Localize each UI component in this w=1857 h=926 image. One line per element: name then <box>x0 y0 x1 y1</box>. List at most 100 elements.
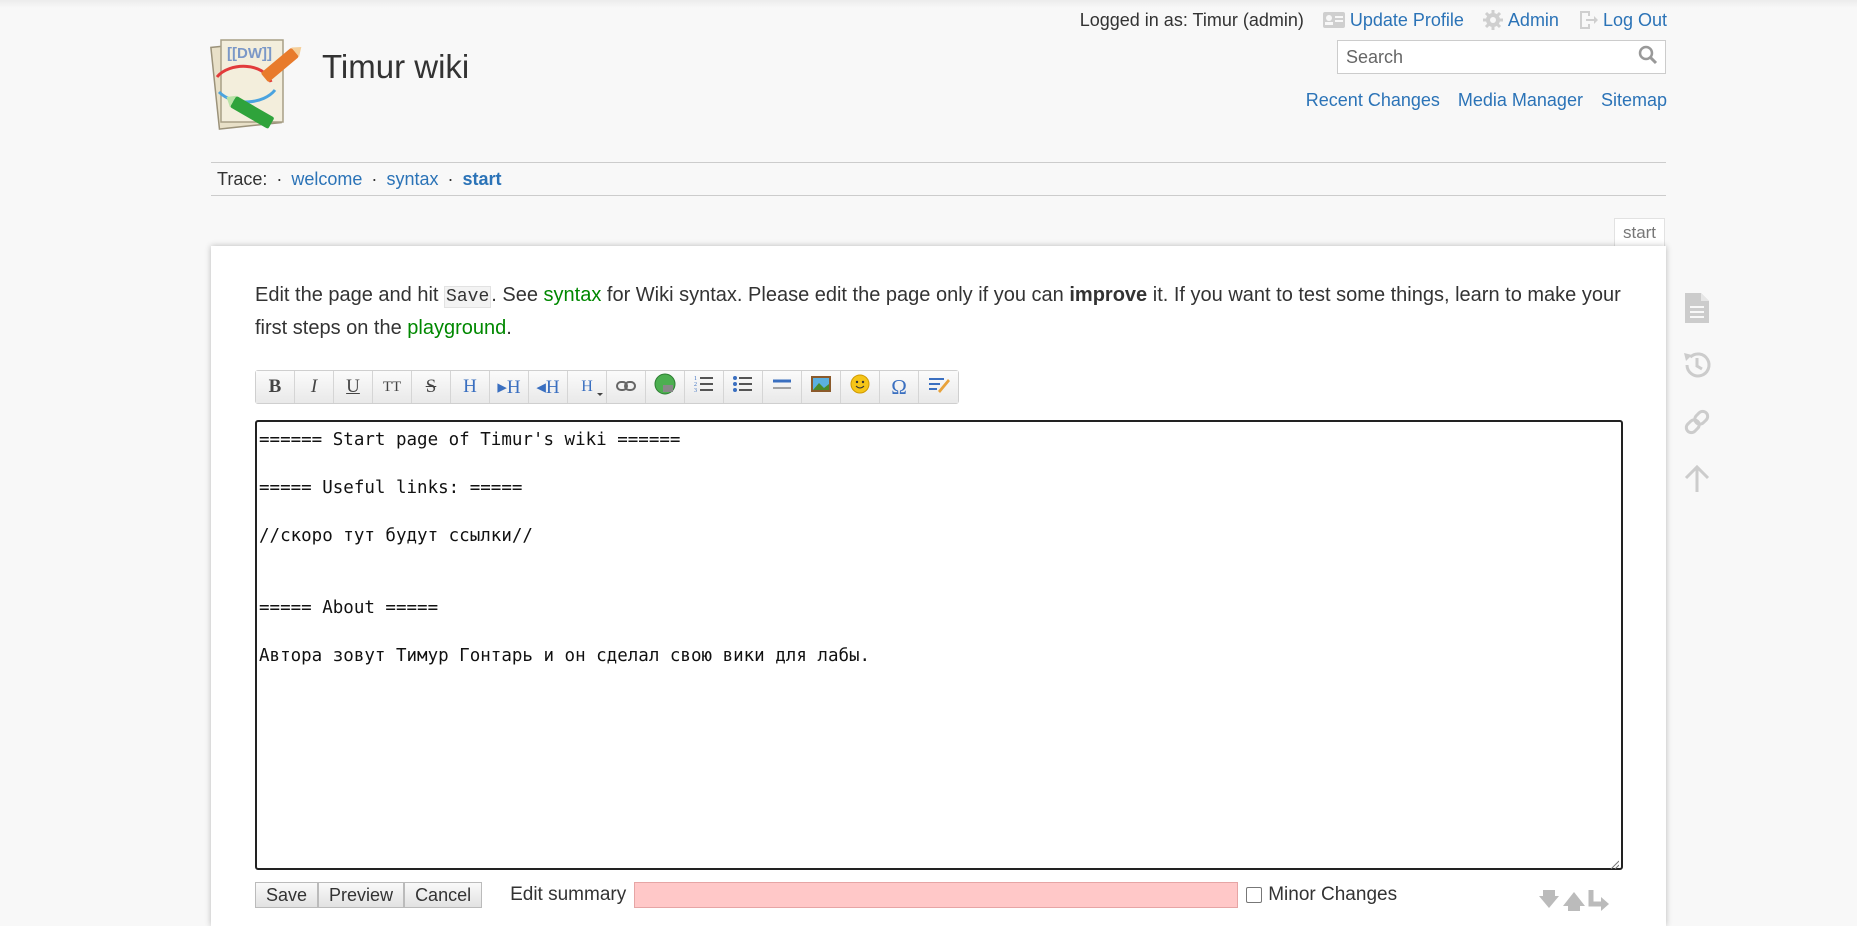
playground-link[interactable]: playground <box>407 317 506 339</box>
monospace-button[interactable]: TT <box>373 371 412 403</box>
external-link-button[interactable] <box>646 371 685 403</box>
monospace-icon: TT <box>382 378 402 395</box>
bold-icon: B <box>268 376 282 397</box>
unordered-list-icon <box>733 375 753 399</box>
recent-changes-link[interactable]: Recent Changes <box>1306 90 1440 111</box>
edit-actions: Save Preview Cancel Edit summary Minor C… <box>255 882 1397 908</box>
search-input[interactable] <box>1338 41 1631 73</box>
horizontal-rule-button[interactable] <box>763 371 802 403</box>
page-tools <box>1679 292 1715 520</box>
trace-separator: · <box>276 169 283 189</box>
svg-text:[[DW]]: [[DW]] <box>227 45 272 62</box>
trace-separator: · <box>447 169 454 189</box>
site-tools: Recent Changes Media Manager Sitemap <box>1306 90 1667 111</box>
heading-higher-button[interactable]: ◂H <box>529 371 568 403</box>
signature-button[interactable] <box>919 371 958 403</box>
page-id-tab: start <box>1614 218 1665 246</box>
heading-same-icon: H <box>463 376 477 397</box>
admin-label[interactable]: Admin <box>1508 10 1559 31</box>
bold-button[interactable]: B <box>256 371 295 403</box>
admin-link[interactable]: Admin <box>1482 9 1559 31</box>
editor-size-controls <box>1535 882 1615 917</box>
resize-grip-icon[interactable] <box>1609 856 1620 870</box>
omega-icon: Ω <box>891 374 907 399</box>
special-chars-button[interactable]: Ω <box>880 371 919 403</box>
larger-editor-icon[interactable] <box>1563 892 1585 911</box>
underline-button[interactable]: U <box>334 371 373 403</box>
dokuwiki-logo[interactable]: [[DW]] <box>209 32 309 132</box>
trace-separator: · <box>371 169 378 189</box>
show-page-button[interactable] <box>1679 292 1715 328</box>
logout-link[interactable]: Log Out <box>1577 9 1667 31</box>
smileys-button[interactable] <box>841 371 880 403</box>
edit-summary-input[interactable] <box>634 882 1239 908</box>
strikethrough-button[interactable]: S <box>412 371 451 403</box>
gear-icon <box>1482 9 1504 31</box>
history-icon <box>1681 349 1713 386</box>
wiki-editor: ====== Start page of Timur's wiki ======… <box>255 420 1623 870</box>
edit-intro: Edit the page and hit Save. See syntax f… <box>255 280 1635 344</box>
logout-label[interactable]: Log Out <box>1603 10 1667 31</box>
signature-icon <box>928 375 950 399</box>
save-button[interactable]: Save <box>255 882 319 908</box>
trace-link-syntax[interactable]: syntax <box>386 169 438 189</box>
site-title[interactable]: Timur wiki <box>322 48 469 86</box>
link-icon <box>616 376 636 398</box>
syntax-link[interactable]: syntax <box>544 284 602 306</box>
media-manager-link[interactable]: Media Manager <box>1458 90 1583 111</box>
italic-button[interactable]: I <box>295 371 334 403</box>
trace-label: Trace: <box>217 169 268 189</box>
minor-changes-label: Minor Changes <box>1268 884 1398 905</box>
media-button[interactable] <box>802 371 841 403</box>
search-button[interactable] <box>1631 41 1665 73</box>
editor-toolbar: B I U TT S H ▸H ◂H H 123 Ω <box>255 370 959 404</box>
cancel-button[interactable]: Cancel <box>404 882 483 908</box>
arrow-up-icon <box>1683 464 1711 499</box>
horizontal-rule-icon <box>772 376 792 398</box>
chain-link-icon <box>1682 407 1712 442</box>
search-icon <box>1638 45 1658 70</box>
profile-card-icon <box>1322 10 1346 30</box>
edit-summary-label: Edit summary <box>510 884 627 905</box>
heading-higher-icon: ◂H <box>536 376 560 398</box>
breadcrumb: Trace: · welcome · syntax · start <box>217 169 502 190</box>
link-button[interactable] <box>607 371 646 403</box>
wiki-text-area[interactable]: ====== Start page of Timur's wiki ======… <box>257 422 1621 868</box>
divider-bottom <box>211 195 1666 196</box>
document-icon <box>1683 291 1711 330</box>
ordered-list-icon: 123 <box>694 375 714 399</box>
update-profile-label[interactable]: Update Profile <box>1350 10 1464 31</box>
back-to-top-button[interactable] <box>1679 463 1715 499</box>
unordered-list-button[interactable] <box>724 371 763 403</box>
smiley-icon <box>850 374 870 400</box>
intro-text: . See <box>491 284 544 306</box>
trace-current[interactable]: start <box>463 169 502 189</box>
trace-link-welcome[interactable]: welcome <box>291 169 362 189</box>
top-gradient <box>0 0 1857 8</box>
underline-icon: U <box>346 376 360 397</box>
page-content: Edit the page and hit Save. See syntax f… <box>211 246 1666 926</box>
heading-same-button[interactable]: H <box>451 371 490 403</box>
logged-in-label: Logged in as: Timur (admin) <box>1079 9 1304 30</box>
search-box <box>1337 40 1666 74</box>
heading-lower-button[interactable]: ▸H <box>490 371 529 403</box>
sitemap-link[interactable]: Sitemap <box>1601 90 1667 111</box>
heading-select-button[interactable]: H <box>568 371 607 403</box>
italic-icon: I <box>310 376 318 397</box>
logout-icon <box>1577 9 1599 31</box>
image-icon <box>810 374 832 400</box>
divider-top <box>211 162 1666 163</box>
save-code: Save <box>444 286 492 308</box>
improve-text: improve <box>1069 284 1148 306</box>
update-profile-link[interactable]: Update Profile <box>1322 10 1464 31</box>
intro-text: Edit the page and hit <box>255 284 445 306</box>
minor-changes-option[interactable]: Minor Changes <box>1246 884 1397 906</box>
user-tools: Logged in as: Timur (admin) Update Profi… <box>1080 8 1667 32</box>
ordered-list-button[interactable]: 123 <box>685 371 724 403</box>
preview-button[interactable]: Preview <box>318 882 405 908</box>
strikethrough-icon: S <box>425 376 437 397</box>
svg-text:3: 3 <box>694 388 697 393</box>
smaller-editor-icon[interactable] <box>1539 890 1559 908</box>
old-revisions-button[interactable] <box>1679 349 1715 385</box>
backlinks-button[interactable] <box>1679 406 1715 442</box>
